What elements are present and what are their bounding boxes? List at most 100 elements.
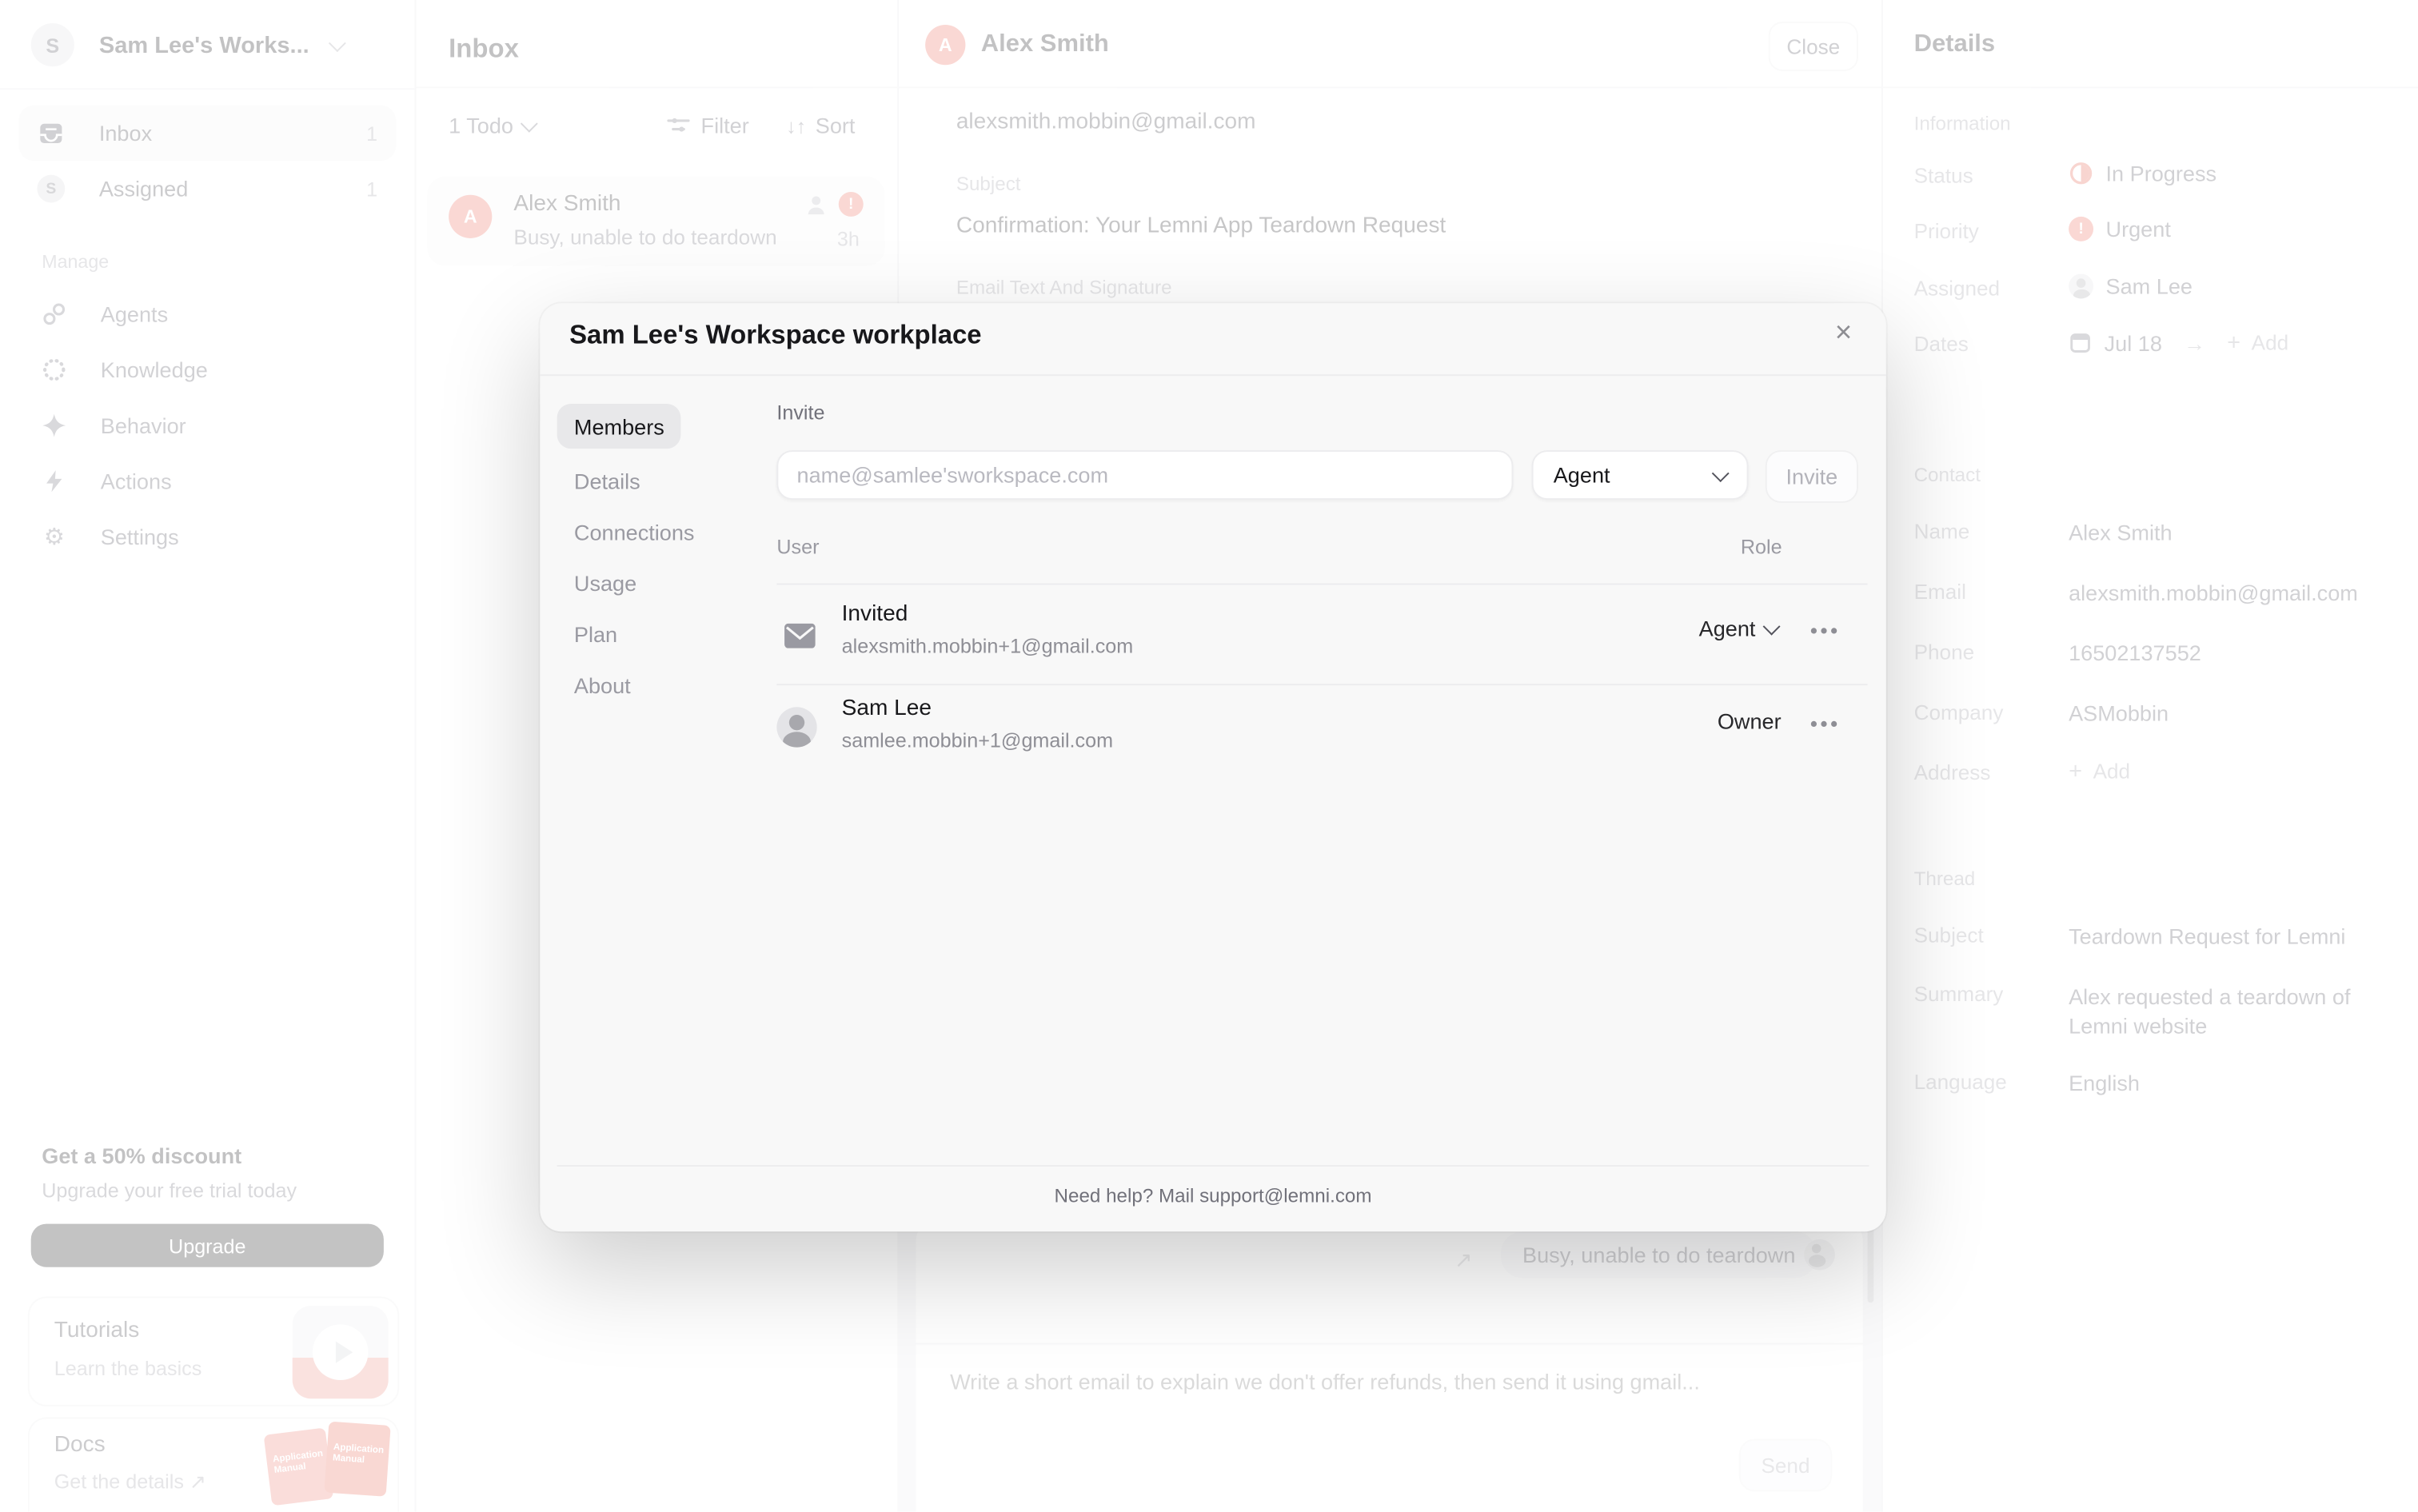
chevron-down-icon [520, 114, 538, 133]
contact-phone-value[interactable]: 16502137552 [2069, 640, 2201, 665]
docs-card[interactable]: Docs Get the details ↗ Application Manua… [27, 1417, 400, 1512]
add-date-label[interactable]: Add [2252, 331, 2289, 354]
sidebar-item-agents[interactable]: Agents [18, 286, 396, 342]
subject-field-value[interactable]: Confirmation: Your Lemni App Teardown Re… [956, 213, 1446, 238]
divider [414, 86, 898, 89]
contact-section-label: Contact [1913, 464, 1981, 486]
sidebar-item-knowledge[interactable]: Knowledge [18, 342, 396, 398]
tab-about[interactable]: About [557, 662, 696, 707]
knowledge-dotted-circle-icon [42, 358, 66, 381]
send-button[interactable]: Send [1738, 1438, 1833, 1492]
workspace-switcher[interactable]: S Sam Lee's Works... [30, 22, 387, 68]
inbox-count-badge: 1 [366, 121, 378, 145]
todo-filter-dropdown[interactable]: 1 Todo [449, 108, 538, 142]
mail-icon [780, 616, 820, 656]
tutorials-thumbnail [292, 1306, 389, 1399]
tab-usage[interactable]: Usage [557, 560, 696, 604]
thread-section-label: Thread [1913, 868, 1976, 890]
sort-button[interactable]: ↓↑ Sort [786, 108, 855, 142]
contact-name-value[interactable]: Alex Smith [2069, 520, 2172, 545]
member-email: samlee.mobbin+1@gmail.com [841, 728, 1114, 752]
sent-arrow-icon: ↗ [1454, 1247, 1473, 1272]
chevron-down-icon [1711, 465, 1730, 483]
tab-label: Usage [573, 570, 637, 596]
assignee-name: Sam Lee [2105, 273, 2193, 299]
assigned-value[interactable]: Sam Lee [2069, 273, 2193, 299]
invite-email-input[interactable] [776, 450, 1514, 501]
row-menu-button[interactable]: ••• [1810, 712, 1841, 735]
tutorials-card[interactable]: Tutorials Learn the basics [27, 1296, 400, 1406]
thread-language-value: English [2069, 1071, 2140, 1095]
dates-value[interactable]: Jul 18 → + Add [2069, 329, 2288, 356]
chat-message-bubble: Busy, unable to do teardown [1500, 1231, 1817, 1279]
conversation-list-item[interactable]: A Alex Smith ! Busy, unable to do teardo… [427, 176, 885, 266]
subject-field-label: Subject [956, 173, 1021, 195]
urgent-alert-icon: ! [838, 191, 864, 217]
assigned-avatar-icon: S [37, 174, 66, 203]
sidebar-item-label: Settings [100, 524, 179, 549]
field-label: Dates [1913, 333, 1969, 357]
modal-footer-help: Need help? Mail support@lemni.com [1054, 1185, 1372, 1207]
field-label: Address [1913, 761, 1991, 785]
invite-button[interactable]: Invite [1765, 450, 1858, 503]
field-label: Priority [1913, 219, 1979, 243]
workspace-settings-modal: Sam Lee's Workspace workplace × Members … [540, 303, 1886, 1232]
sidebar-item-settings[interactable]: ⚙ Settings [18, 509, 396, 565]
thread-subject-value: Teardown Request for Lemni [2069, 924, 2346, 949]
close-button[interactable]: Close [1768, 22, 1858, 72]
status-value[interactable]: In Progress [2069, 161, 2216, 186]
role-select[interactable]: Agent [1531, 450, 1749, 501]
add-address-button[interactable]: + Add [2069, 758, 2130, 784]
assigned-count-badge: 1 [366, 177, 378, 201]
tab-details[interactable]: Details [557, 458, 696, 503]
chevron-down-icon [328, 34, 346, 53]
tab-connections[interactable]: Connections [557, 509, 696, 554]
sidebar-item-label: Behavior [100, 413, 186, 438]
workspace-avatar: S [30, 23, 74, 67]
tab-plan[interactable]: Plan [557, 611, 696, 656]
sidebar-item-behavior[interactable]: Behavior [18, 397, 396, 453]
modal-title: Sam Lee's Workspace workplace [569, 320, 982, 350]
field-label: Email [1913, 580, 1966, 604]
email-contact-name: Alex Smith [980, 30, 1109, 58]
divider [916, 1342, 1863, 1345]
close-icon[interactable]: × [1835, 317, 1852, 352]
member-name: Sam Lee [841, 696, 932, 721]
priority-text: Urgent [2105, 216, 2171, 241]
contact-company-value[interactable]: ASMobbin [2069, 701, 2169, 726]
row-menu-button[interactable]: ••• [1810, 619, 1841, 642]
sidebar-item-label: Assigned [98, 176, 189, 201]
to-field-value[interactable]: alexsmith.mobbin@gmail.com [956, 110, 1256, 134]
sidebar-item-label: Knowledge [100, 357, 208, 382]
modal-footer-divider [557, 1165, 1869, 1167]
sidebar-item-inbox[interactable]: Inbox 1 [18, 105, 397, 162]
chevron-down-icon [1762, 617, 1780, 636]
sidebar-item-assigned[interactable]: S Assigned 1 [18, 161, 396, 217]
upgrade-button[interactable]: Upgrade [30, 1223, 384, 1267]
sort-icon: ↓↑ [785, 114, 807, 138]
tab-label: About [573, 672, 631, 697]
priority-value[interactable]: ! Urgent [2069, 216, 2171, 241]
email-contact-avatar: A [925, 24, 966, 66]
body-field-label: Email Text And Signature [956, 277, 1172, 299]
sidebar-item-label: Actions [100, 469, 172, 494]
compose-input[interactable] [947, 1367, 1820, 1396]
date-text: Jul 18 [2104, 330, 2162, 356]
member-role-dropdown[interactable]: Agent [1699, 616, 1780, 640]
tab-members[interactable]: Members [557, 404, 681, 449]
arrow-right-icon: → [2183, 330, 2206, 356]
sidebar-item-actions[interactable]: Actions [18, 453, 396, 509]
filter-button[interactable]: Filter [667, 108, 749, 142]
field-label: Assigned [1913, 277, 2001, 301]
inbox-icon [40, 123, 62, 143]
plus-icon[interactable]: + [2227, 329, 2240, 356]
filter-icon [667, 118, 690, 132]
workspace-name: Sam Lee's Works... [98, 31, 309, 58]
contact-email-value[interactable]: alexsmith.mobbin@gmail.com [2069, 580, 2358, 605]
filter-label: Filter [700, 113, 749, 138]
details-title: Details [1913, 30, 1996, 58]
inbox-title: Inbox [449, 34, 519, 64]
play-icon[interactable] [312, 1324, 369, 1381]
behavior-sparkle-icon [42, 413, 66, 437]
divider [0, 88, 415, 90]
